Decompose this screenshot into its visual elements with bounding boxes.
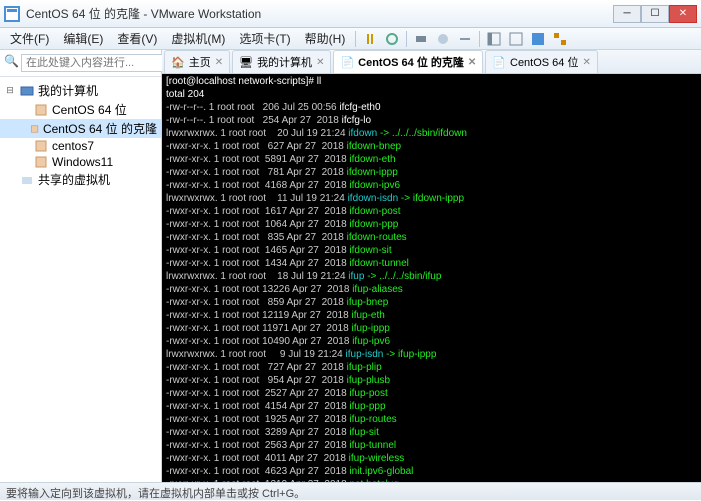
tree-my-computer[interactable]: ⊟我的计算机	[0, 81, 161, 100]
menu-vm[interactable]: 虚拟机(M)	[165, 28, 231, 49]
menu-view[interactable]: 查看(V)	[111, 28, 163, 49]
status-text: 要将输入定向到该虚拟机，请在虚拟机内部单击或按 Ctrl+G。	[6, 488, 305, 500]
tb-layout2[interactable]	[506, 29, 526, 49]
tb-layout1[interactable]	[484, 29, 504, 49]
title-bar: CentOS 64 位 的克隆 - VMware Workstation ─ ☐…	[0, 0, 701, 28]
tb-power[interactable]	[360, 29, 380, 49]
menu-file[interactable]: 文件(F)	[4, 28, 55, 49]
tb-fullscreen[interactable]	[528, 29, 548, 49]
close-icon[interactable]: ✕	[468, 57, 476, 68]
tb-net[interactable]	[455, 29, 475, 49]
tree-windows11[interactable]: Windows11	[0, 154, 161, 170]
tab-my-computer[interactable]: 🖥我的计算机✕	[232, 50, 331, 73]
sidebar: 🔍 ▼ ⊟我的计算机 CentOS 64 位 CentOS 64 位 的克隆 c…	[0, 50, 162, 482]
tree-shared[interactable]: 共享的虚拟机	[0, 170, 161, 189]
menu-edit[interactable]: 编辑(E)	[57, 28, 109, 49]
tree-centos7[interactable]: centos7	[0, 138, 161, 154]
tb-unity[interactable]	[550, 29, 570, 49]
tb-cd[interactable]	[433, 29, 453, 49]
tree-centos64[interactable]: CentOS 64 位	[0, 100, 161, 119]
vm-icon: 📄	[340, 56, 354, 69]
computer-icon: 🖥	[239, 56, 253, 69]
tb-usb[interactable]	[411, 29, 431, 49]
tab-bar: 🏠主页✕ 🖥我的计算机✕ 📄CentOS 64 位 的克隆✕ 📄CentOS 6…	[162, 50, 701, 74]
close-icon[interactable]: ✕	[316, 57, 324, 68]
library-tree: ⊟我的计算机 CentOS 64 位 CentOS 64 位 的克隆 cento…	[0, 77, 161, 482]
menu-tabs[interactable]: 选项卡(T)	[233, 28, 296, 49]
tree-centos64-clone[interactable]: CentOS 64 位 的克隆	[0, 119, 161, 138]
tb-snapshot[interactable]	[382, 29, 402, 49]
close-icon[interactable]: ✕	[215, 57, 223, 68]
terminal[interactable]: [root@localhost network-scripts]# ll tot…	[162, 74, 701, 482]
status-bar: 要将输入定向到该虚拟机，请在虚拟机内部单击或按 Ctrl+G。	[0, 482, 701, 500]
menu-help[interactable]: 帮助(H)	[299, 28, 352, 49]
search-input[interactable]	[21, 54, 173, 72]
close-icon[interactable]: ✕	[582, 57, 590, 68]
minimize-button[interactable]: ─	[613, 5, 641, 23]
tab-home[interactable]: 🏠主页✕	[164, 50, 230, 73]
home-icon: 🏠	[171, 56, 185, 69]
close-button[interactable]: ✕	[669, 5, 697, 23]
app-icon	[4, 6, 20, 22]
tab-clone[interactable]: 📄CentOS 64 位 的克隆✕	[333, 50, 483, 73]
window-title: CentOS 64 位 的克隆 - VMware Workstation	[26, 5, 613, 22]
search-icon: 🔍	[4, 54, 19, 72]
menu-bar: 文件(F) 编辑(E) 查看(V) 虚拟机(M) 选项卡(T) 帮助(H)	[0, 28, 701, 50]
maximize-button[interactable]: ☐	[641, 5, 669, 23]
vm-icon: 📄	[492, 56, 506, 69]
tab-centos64[interactable]: 📄CentOS 64 位✕	[485, 50, 598, 73]
